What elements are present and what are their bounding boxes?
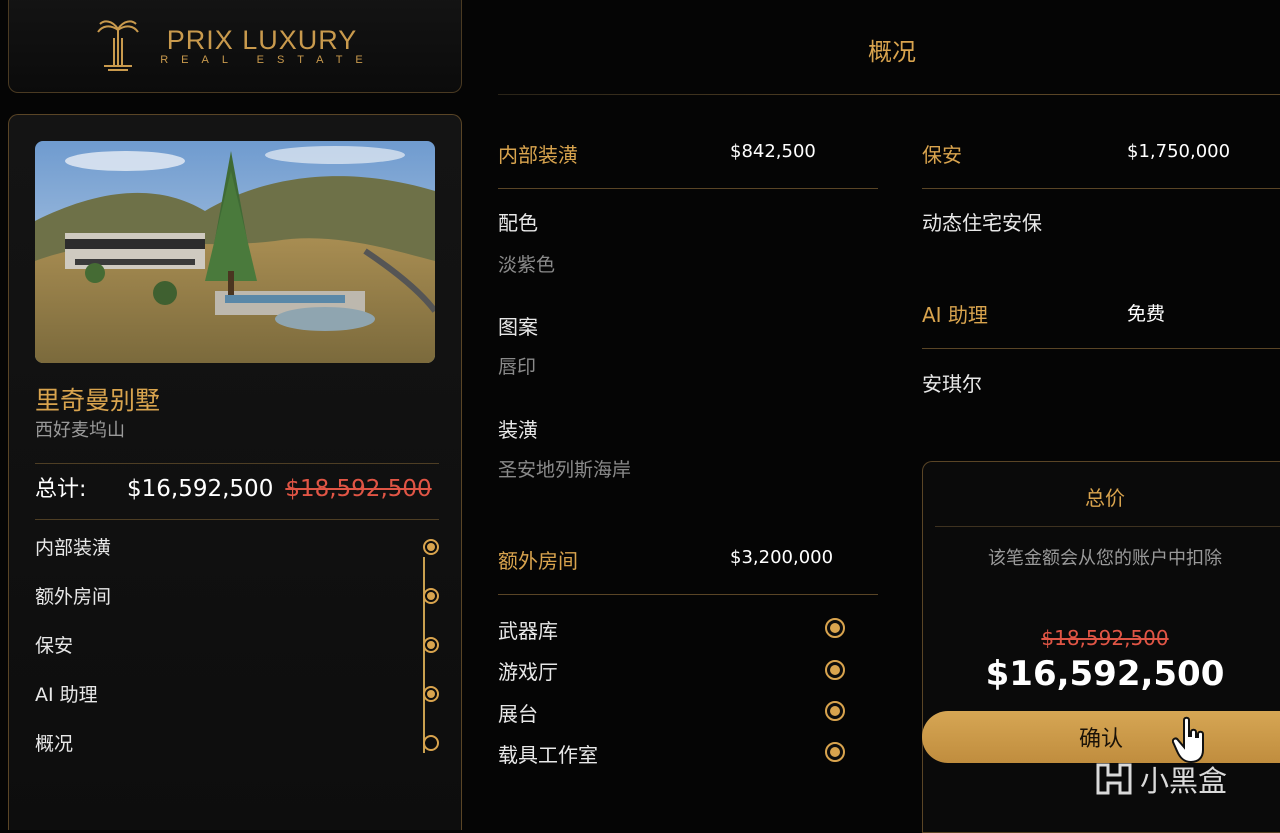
checklist-item-overview[interactable]: 概况	[35, 731, 439, 780]
ai-assistant-price: 免费	[1127, 303, 1166, 325]
checklist-label: 保安	[35, 635, 74, 657]
property-location: 西好麦坞山	[35, 420, 125, 441]
checklist-item-extra-rooms[interactable]: 额外房间	[35, 584, 439, 633]
checked-dot-icon[interactable]	[825, 618, 845, 638]
checklist-label: 概况	[35, 733, 74, 755]
checked-dot-icon[interactable]	[825, 742, 845, 762]
total-label: 总计:	[35, 477, 87, 502]
brand-name: PRIX LUXURY	[166, 25, 358, 55]
divider	[498, 594, 878, 595]
divider	[935, 526, 1280, 527]
total-price: $16,592,500	[127, 476, 274, 502]
color-label: 配色	[498, 211, 538, 235]
divider	[35, 463, 439, 464]
checked-dot-icon	[423, 588, 439, 604]
checklist-label: 内部装潢	[35, 537, 112, 559]
original-price: $18,592,500	[285, 476, 432, 502]
total-row: 总计: $16,592,500 $18,592,500	[35, 471, 439, 503]
palm-tree-icon	[97, 20, 140, 71]
deduction-note: 该笔金额会从您的账户中扣除	[988, 548, 1222, 569]
checklist-item-security[interactable]: 保安	[35, 633, 439, 682]
checklist-item-ai-assistant[interactable]: AI 助理	[35, 682, 439, 731]
room-arcade: 游戏厅	[498, 660, 558, 684]
title-divider	[498, 94, 1280, 95]
security-heading: 保安	[922, 143, 962, 167]
prix-luxury-logo: PRIX LUXURY REAL ESTATE	[94, 18, 376, 74]
extra-rooms-heading: 额外房间	[498, 549, 578, 573]
checked-dot-icon[interactable]	[825, 660, 845, 680]
checklist-label: AI 助理	[35, 684, 98, 706]
ai-assistant-heading: AI 助理	[922, 303, 988, 327]
hand-cursor-icon	[1172, 716, 1204, 764]
divider	[498, 188, 878, 189]
property-photo	[35, 141, 435, 363]
total-price-title: 总价	[1085, 486, 1125, 510]
property-name: 里奇曼别墅	[35, 386, 161, 415]
watermark-text: 小黑盒	[1140, 764, 1228, 798]
checked-dot-icon	[423, 686, 439, 702]
checked-dot-icon[interactable]	[825, 701, 845, 721]
interior-heading: 内部装潢	[498, 143, 578, 167]
final-price: $16,592,500	[985, 654, 1225, 694]
room-vehicle-workshop: 载具工作室	[498, 743, 598, 767]
old-price: $18,592,500	[1041, 626, 1169, 650]
security-price: $1,750,000	[1127, 141, 1231, 162]
decor-value: 圣安地列斯海岸	[498, 459, 632, 481]
decor-label: 装潢	[498, 418, 538, 442]
ai-assistant-item: 安琪尔	[922, 372, 982, 396]
brand-subtitle: REAL ESTATE	[160, 54, 376, 66]
divider	[35, 519, 439, 520]
extra-rooms-price: $3,200,000	[730, 547, 834, 568]
checked-dot-icon	[423, 539, 439, 555]
color-value: 淡紫色	[498, 254, 556, 276]
checked-dot-icon	[423, 637, 439, 653]
property-card: 里奇曼别墅 西好麦坞山 总计: $16,592,500 $18,592,500 …	[8, 114, 462, 830]
confirm-button[interactable]: 确认	[922, 711, 1280, 763]
checklist-item-interior[interactable]: 内部装潢	[35, 535, 439, 584]
page-title: 概况	[868, 38, 916, 66]
security-item: 动态住宅安保	[922, 211, 1042, 235]
room-showroom: 展台	[498, 702, 538, 726]
pattern-label: 图案	[498, 315, 538, 339]
divider	[922, 348, 1280, 349]
interior-price: $842,500	[730, 141, 816, 162]
logo-panel: PRIX LUXURY REAL ESTATE	[8, 0, 462, 93]
room-armory: 武器库	[498, 619, 558, 643]
checklist-label: 额外房间	[35, 586, 112, 608]
xiaoheihe-logo-icon	[1096, 763, 1132, 795]
watermark: 小黑盒	[1094, 758, 1227, 800]
section-checklist: 内部装潢 额外房间 保安 AI 助理 概况	[35, 535, 439, 780]
empty-dot-icon	[423, 735, 439, 751]
divider	[922, 188, 1280, 189]
pattern-value: 唇印	[498, 356, 537, 378]
